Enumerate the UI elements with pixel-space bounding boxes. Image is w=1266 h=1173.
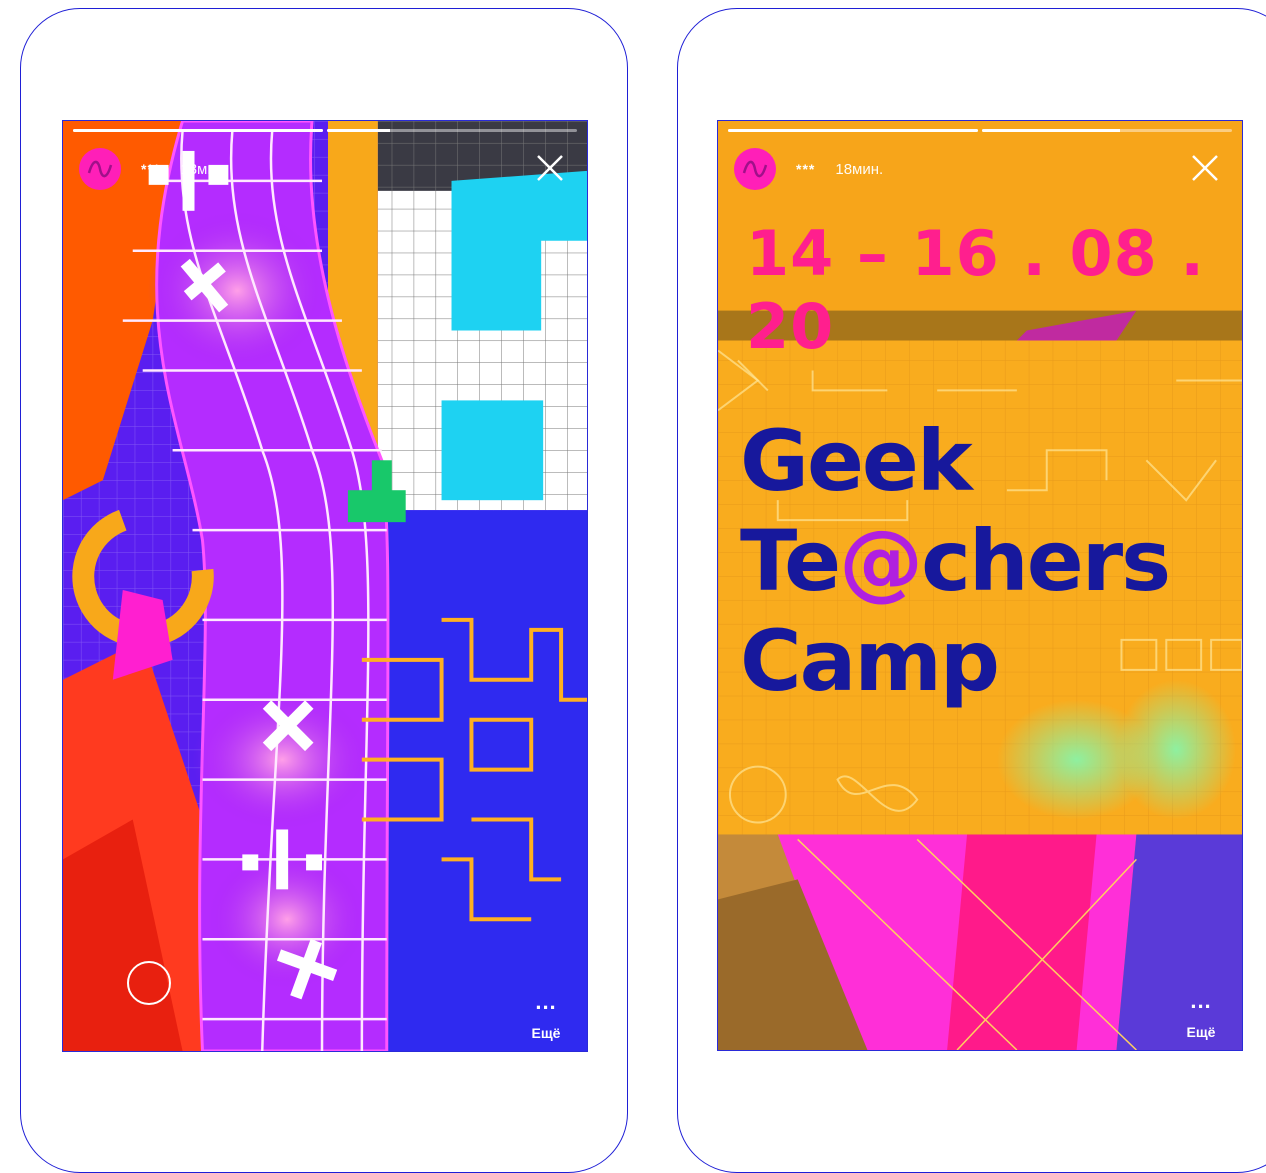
story-username[interactable]: *** [141, 161, 160, 177]
title-line-3: Camp [740, 612, 1000, 710]
progress-segment [982, 129, 1232, 132]
title-line-2-start: Te [740, 512, 841, 610]
more-dots-icon: ... [1190, 988, 1212, 1013]
progress-segment [73, 129, 323, 132]
close-icon[interactable] [1188, 151, 1222, 185]
story-header-left: *** 18мин. [79, 147, 577, 191]
more-button[interactable]: ... Ещё [1176, 988, 1226, 1041]
event-date: 14 – 16 . 08 . 20 [746, 217, 1205, 363]
record-circle-icon[interactable] [127, 961, 171, 1005]
more-label: Ещё [1186, 1024, 1216, 1040]
story-username[interactable]: *** [796, 161, 815, 177]
more-label: Ещё [531, 1025, 561, 1041]
story-time: 18мин. [835, 160, 884, 178]
close-icon[interactable] [533, 151, 567, 185]
avatar-logo-icon [87, 160, 113, 178]
progress-segment [728, 129, 978, 132]
title-line-1: Geek [740, 412, 973, 510]
avatar[interactable] [734, 148, 776, 190]
title-line-2: Te@chers [740, 511, 1171, 611]
title-line-2-end: chers [921, 512, 1171, 610]
story-artwork-left [63, 121, 587, 1051]
story-progress-left [73, 129, 577, 133]
avatar[interactable] [79, 148, 121, 190]
avatar-logo-icon [742, 160, 768, 178]
story-progress-right [728, 129, 1232, 133]
story-view-right[interactable]: *** 18мин. 14 – 16 . 08 . 20 Geek Te@che… [717, 120, 1243, 1051]
story-time: 18мин. [180, 160, 229, 178]
event-title: Geek Te@chers Camp [740, 411, 1171, 711]
title-at-symbol: @ [839, 512, 923, 610]
story-header-right: *** 18мин. [734, 147, 1232, 191]
more-dots-icon: ... [535, 989, 557, 1014]
more-button[interactable]: ... Ещё [521, 989, 571, 1042]
progress-segment [327, 129, 577, 132]
story-view-left[interactable]: *** 18мин. ... Ещё [62, 120, 588, 1052]
